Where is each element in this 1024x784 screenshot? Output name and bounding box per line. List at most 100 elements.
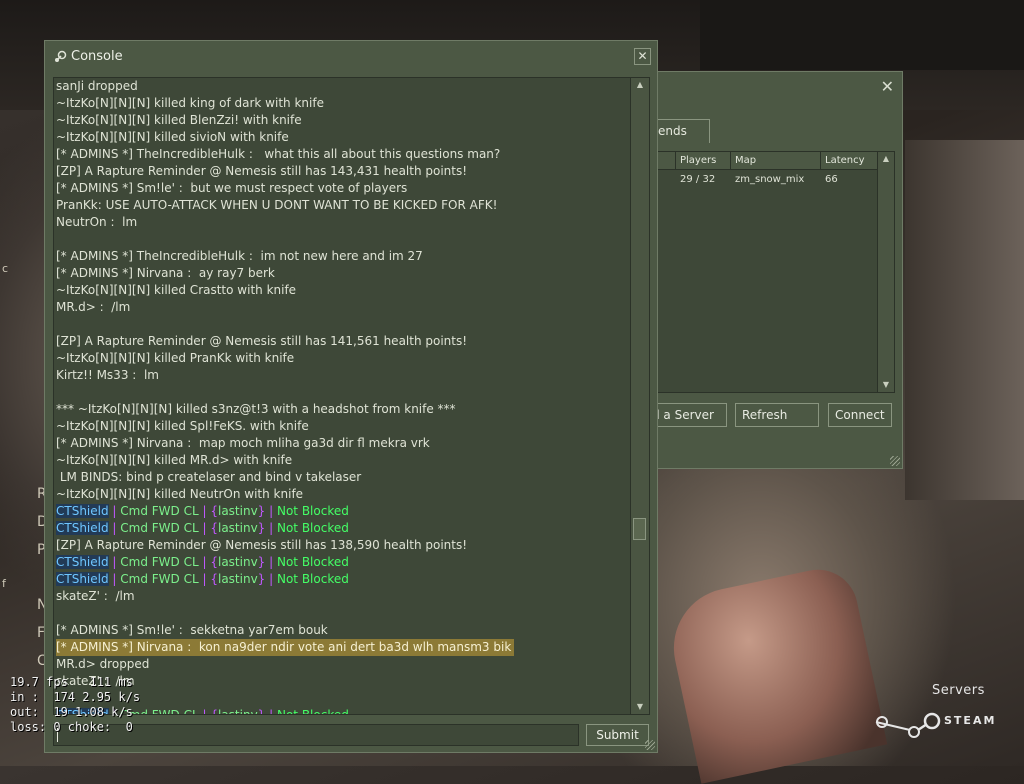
server-list-scrollbar[interactable]: ▲ ▼ — [877, 152, 894, 392]
line-text: MR.d> : /lm — [56, 300, 131, 314]
console-line: [ZP] A Rapture Reminder @ Nemesis still … — [56, 163, 631, 180]
background-scene-block — [700, 0, 1024, 70]
connect-button[interactable]: Connect — [828, 403, 892, 427]
line-text: ~ItzKo[N][N][N] killed PranKk with knife — [56, 351, 295, 365]
console-line: [* ADMINS *] Nirvana : kon na9der ndir v… — [56, 639, 631, 656]
console-line: CTShield | Cmd FWD CL | {lastinv} | Not … — [56, 503, 631, 520]
console-line: *** ~ItzKo[N][N][N] killed s3nz@t!3 with… — [56, 401, 631, 418]
shield-value: lastinv — [217, 572, 258, 586]
line-text: ~ItzKo[N][N][N] killed sivioN with knife — [56, 130, 289, 144]
shield-brace-open: { — [210, 555, 218, 569]
console-line: CTShield | Cmd FWD CL | {lastinv} | Not … — [56, 707, 631, 715]
console-line: ~ItzKo[N][N][N] killed BlenZzi! with kni… — [56, 112, 631, 129]
shield-value: lastinv — [217, 521, 258, 535]
server-players: 29 / 32 — [680, 174, 716, 185]
column-header-blank[interactable] — [656, 152, 676, 170]
line-text: [* ADMINS *] Sm!le' : but we must respec… — [56, 181, 408, 195]
column-header-latency[interactable]: Latency — [821, 152, 878, 170]
console-line: [* ADMINS *] Nirvana : map moch mliha ga… — [56, 435, 631, 452]
shield-separator: | — [265, 708, 277, 715]
resize-grip-icon[interactable] — [890, 456, 900, 466]
line-text: sanJi dropped — [56, 79, 138, 93]
close-icon[interactable]: ✕ — [634, 48, 651, 65]
shield-brace-open: { — [210, 504, 218, 518]
console-line: ~ItzKo[N][N][N] killed MR.d> with knife — [56, 452, 631, 469]
console-log: sanJi dropped ~ItzKo[N][N][N] killed king… — [53, 77, 650, 715]
console-scrollbar[interactable]: ▲ ▼ — [630, 78, 649, 714]
refresh-button[interactable]: Refresh — [735, 403, 819, 427]
shield-separator: | — [198, 504, 211, 518]
shield-separator: | — [265, 521, 277, 535]
shield-separator: | — [198, 708, 211, 715]
shield-separator: | — [265, 572, 277, 586]
scroll-up-icon[interactable]: ▲ — [631, 78, 649, 92]
close-icon[interactable]: ✕ — [881, 79, 894, 95]
line-text: [ZP] A Rapture Reminder @ Nemesis still … — [56, 538, 468, 552]
shield-separator: | — [198, 572, 211, 586]
scrollbar-thumb[interactable] — [633, 518, 646, 540]
netgraph-out: out: 19 1.08 k/s — [10, 705, 133, 719]
line-text: [* ADMINS *] Sm!le' : sekketna yar7em bo… — [56, 623, 328, 637]
servers-label[interactable]: Servers — [932, 683, 985, 698]
shield-separator: | — [198, 555, 211, 569]
console-line: sanJi dropped — [56, 78, 631, 95]
column-header-map[interactable]: Map — [731, 152, 821, 170]
console-line: CTShield | Cmd FWD CL | {lastinv} | Not … — [56, 571, 631, 588]
line-text: NeutrOn : lm — [56, 215, 138, 229]
console-line: CTShield | Cmd FWD CL | {lastinv} | Not … — [56, 520, 631, 537]
background-scene-wall — [905, 140, 1024, 500]
server-row[interactable]: 29 / 32 zm_snow_mix 66 — [656, 174, 878, 185]
console-line: ~ItzKo[N][N][N] killed Spl!FeKS. with kn… — [56, 418, 631, 435]
console-line: NeutrOn : lm — [56, 214, 631, 231]
steam-icon — [53, 50, 67, 64]
console-line: [* ADMINS *] Sm!le' : but we must respec… — [56, 180, 631, 197]
shield-name: CTShield — [56, 572, 109, 586]
submit-button[interactable]: Submit — [586, 724, 649, 746]
console-line: Kirtz!! Ms33 : lm — [56, 367, 631, 384]
steam-wordmark: STEAM — [944, 714, 997, 727]
scroll-down-icon[interactable]: ▼ — [631, 700, 649, 714]
shield-status: Not Blocked — [276, 521, 349, 535]
line-text: *** ~ItzKo[N][N][N] killed s3nz@t!3 with… — [56, 402, 456, 416]
line-text: ~ItzKo[N][N][N] killed king of dark with… — [56, 96, 324, 110]
line-text: skateZ' : /lm — [56, 589, 135, 603]
shield-value: lastinv — [217, 504, 258, 518]
resize-grip-icon[interactable] — [645, 740, 655, 750]
console-line: [* ADMINS *] Sm!le' : sekketna yar7em bo… — [56, 622, 631, 639]
line-text: ~ItzKo[N][N][N] killed Crastto with knif… — [56, 283, 297, 297]
console-line: skateZ' : /lm — [56, 673, 631, 690]
line-text: ~ItzKo[N][N][N] killed NeutrOn with knif… — [56, 487, 304, 501]
netgraph-fps: 19.7 fps 111 ms — [10, 675, 133, 689]
scroll-up-icon[interactable]: ▲ — [878, 152, 894, 166]
console-line: MR.d> : /lm — [56, 299, 631, 316]
console-line: skateZ' : /lm — [56, 588, 631, 605]
shield-cmd: Cmd FWD CL — [120, 555, 199, 569]
console-line: MR.d> dropped — [56, 656, 631, 673]
console-line: ~ItzKo[N][N][N] killed PranKk with knife — [56, 350, 631, 367]
line-text: ~ItzKo[N][N][N] killed BlenZzi! with kni… — [56, 113, 302, 127]
shield-separator: | — [108, 504, 121, 518]
hud-letter: c — [2, 262, 9, 275]
scroll-down-icon[interactable]: ▼ — [878, 378, 894, 392]
console-line: LM BINDS: bind p createlaser and bind v … — [56, 469, 631, 486]
line-text: ~ItzKo[N][N][N] killed Spl!FeKS. with kn… — [56, 419, 309, 433]
line-text: Kirtz!! Ms33 : lm — [56, 368, 159, 382]
server-browser-window: ✕ ends Players Map Latency 29 / 32 zm_sn… — [644, 71, 903, 469]
console-line: [* ADMINS *] TheIncredibleHulk : what th… — [56, 146, 631, 163]
line-text: [* ADMINS *] Nirvana : ay ray7 berk — [56, 266, 275, 280]
shield-brace-open: { — [210, 708, 218, 715]
shield-separator: | — [265, 555, 277, 569]
column-header-players[interactable]: Players — [676, 152, 731, 170]
console-window: Console ✕ sanJi dropped ~ItzKo[N][N][N] k… — [44, 40, 658, 753]
shield-brace-open: { — [210, 521, 218, 535]
player-arm — [662, 562, 888, 784]
server-list-header: Players Map Latency — [656, 152, 878, 170]
line-text: [ZP] A Rapture Reminder @ Nemesis still … — [56, 334, 468, 348]
line-text: [* ADMINS *] TheIncredibleHulk : what th… — [56, 147, 501, 161]
shield-cmd: Cmd FWD CL — [120, 504, 199, 518]
shield-name: CTShield — [56, 555, 109, 569]
shield-name: CTShield — [56, 504, 109, 518]
